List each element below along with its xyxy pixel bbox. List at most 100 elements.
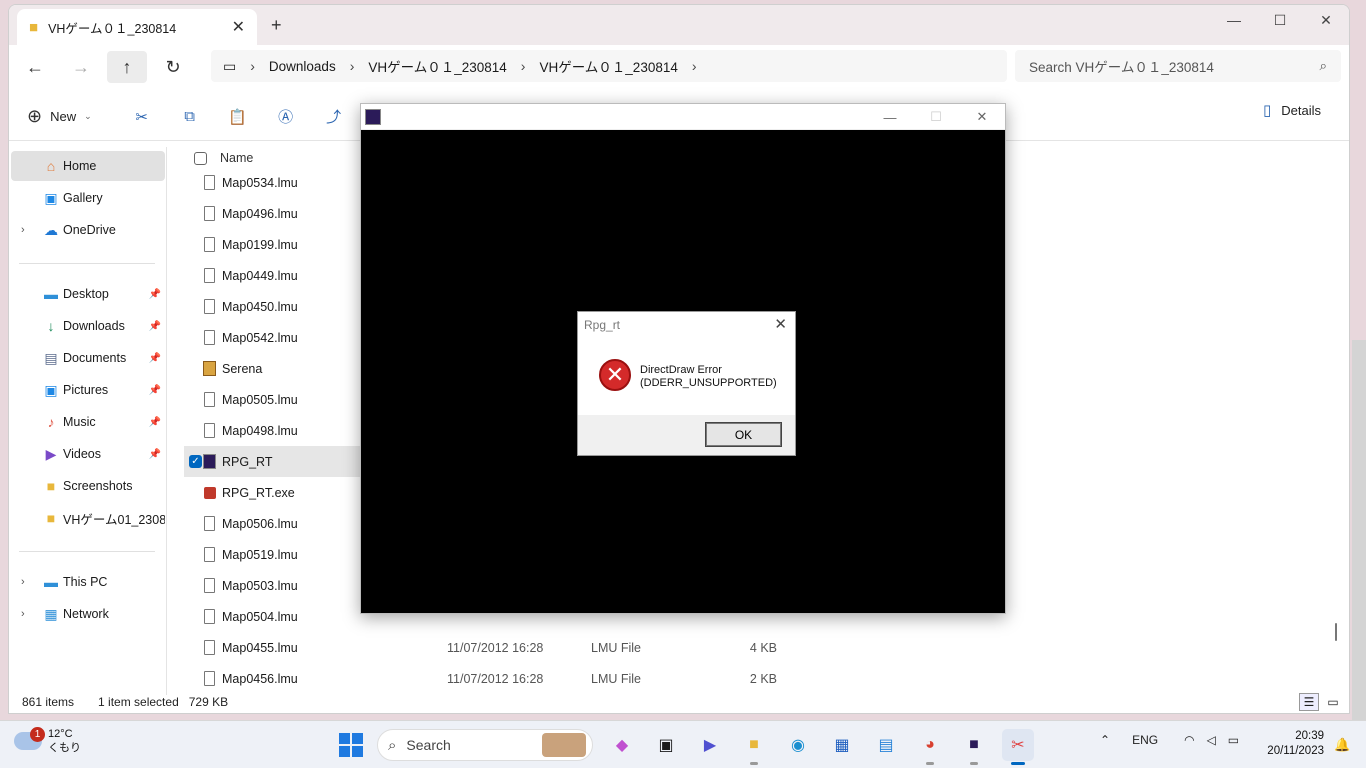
sidebar-item-music[interactable]: ♪ Music 📌	[11, 407, 165, 437]
file-name: RPG_RT.exe	[222, 485, 295, 500]
select-all-checkbox[interactable]	[194, 151, 207, 165]
pin-icon[interactable]: 📌	[149, 417, 161, 428]
tiles-view-icon[interactable]: ▭	[1323, 693, 1343, 711]
search-highlight-image	[542, 733, 586, 757]
maximize-button[interactable]: ☐	[1257, 5, 1303, 35]
network-icon: ▦	[44, 605, 58, 622]
sidebar-item-onedrive[interactable]: › ☁ OneDrive	[11, 215, 165, 245]
chevron-right-icon[interactable]: ›	[21, 576, 25, 588]
language-indicator[interactable]: ENG	[1132, 733, 1158, 747]
minimize-button[interactable]: —	[1211, 5, 1257, 35]
new-button[interactable]: ⊕ New ⌄	[27, 101, 92, 133]
details-view-icon[interactable]: ☰	[1299, 693, 1319, 711]
game-title-bar[interactable]: — ☐ ✕	[361, 104, 1005, 130]
column-header-name[interactable]: Name	[220, 151, 253, 165]
sidebar-item-vh-folder[interactable]: ■ VHゲーム01_230814	[11, 503, 165, 533]
list-item[interactable]: Map0456.lmu 11/07/2012 16:28 LMU File 2 KB	[184, 663, 1334, 694]
chevron-right-icon[interactable]: ›	[21, 224, 25, 236]
task-view-icon[interactable]: ▣	[650, 729, 682, 761]
chevron-up-icon[interactable]: ⌃	[1100, 733, 1110, 747]
share-icon[interactable]: ⤴	[318, 101, 350, 133]
rpg-taskbar-icon[interactable]: ■	[958, 729, 990, 765]
breadcrumb-item[interactable]: VHゲーム０１_230814	[525, 56, 691, 76]
rename-icon[interactable]: Ⓐ	[270, 101, 302, 133]
file-size: 4 KB	[749, 640, 777, 655]
volume-icon[interactable]: ◁	[1207, 733, 1216, 747]
file-type: LMU File	[591, 671, 642, 686]
pin-icon[interactable]: 📌	[149, 449, 161, 460]
store-icon[interactable]: ▦	[826, 729, 858, 761]
forward-button[interactable]: →	[61, 51, 101, 83]
breadcrumb-item[interactable]: VHゲーム０１_230814	[354, 56, 520, 76]
scrollbar-thumb[interactable]	[1335, 623, 1337, 641]
game-minimize-button[interactable]: —	[867, 104, 913, 130]
weather-condition: くもり	[48, 742, 81, 754]
row-checkbox[interactable]: ✓	[189, 455, 202, 468]
paste-icon[interactable]: 📋	[222, 101, 254, 133]
close-button[interactable]: ✕	[1303, 5, 1349, 35]
list-item-selected[interactable]: ✓ RPG_RT	[184, 446, 364, 477]
copilot-icon[interactable]: ◆	[606, 729, 638, 761]
breadcrumb-item[interactable]: Downloads	[255, 59, 350, 74]
notification-bell-icon[interactable]: 🔔	[1334, 737, 1350, 753]
file-name: Map0199.lmu	[222, 237, 298, 252]
sidebar-item-home[interactable]: ⌂ Home	[11, 151, 165, 181]
file-explorer-icon[interactable]: ■	[738, 729, 770, 765]
status-bar: 861 items 1 item selected 729 KB ☰ ▭	[9, 691, 1349, 713]
refresh-button[interactable]: ↻	[153, 51, 193, 83]
tab-close-icon[interactable]: ✕	[232, 17, 245, 37]
vertical-scrollbar[interactable]	[1331, 147, 1343, 693]
file-name: Map0496.lmu	[222, 206, 298, 221]
dialog-title-bar: Rpg_rt	[578, 312, 795, 337]
cut-icon[interactable]: ✂	[126, 101, 158, 133]
taskbar-search[interactable]: ⌕ Search	[377, 729, 593, 761]
selection-count: 1 item selected	[98, 695, 179, 709]
sidebar-item-videos[interactable]: ▶ Videos 📌	[11, 439, 165, 469]
file-name: Map0455.lmu	[222, 640, 298, 655]
copy-icon[interactable]: ⧉	[174, 101, 206, 133]
chrome-icon[interactable]: ◕	[914, 729, 946, 765]
battery-icon[interactable]: ▭	[1228, 733, 1239, 747]
list-item[interactable]: Map0455.lmu 11/07/2012 16:28 LMU File 4 KB	[184, 632, 1334, 663]
ok-button[interactable]: OK	[705, 422, 782, 447]
window-controls: — ☐ ✕	[1211, 5, 1349, 35]
edge-icon[interactable]: ◉	[782, 729, 814, 761]
start-button[interactable]	[339, 733, 363, 757]
clock[interactable]: 20:39 20/11/2023	[1256, 729, 1324, 759]
address-bar[interactable]: ▭ › Downloads › VHゲーム０１_230814 › VHゲーム０１…	[211, 50, 1007, 82]
chevron-right-icon[interactable]: ›	[21, 608, 25, 620]
pin-icon[interactable]: 📌	[149, 353, 161, 364]
pin-icon[interactable]: 📌	[149, 321, 161, 332]
weather-widget[interactable]: 1 12°C くもり	[14, 727, 81, 755]
sidebar-item-this-pc[interactable]: › ▬ This PC	[11, 567, 165, 597]
new-tab-button[interactable]: +	[271, 15, 282, 36]
sidebar-item-pictures[interactable]: ▣ Pictures 📌	[11, 375, 165, 405]
sidebar-item-desktop[interactable]: ▬ Desktop 📌	[11, 279, 165, 309]
pin-icon[interactable]: 📌	[149, 289, 161, 300]
file-name: Map0534.lmu	[222, 175, 298, 190]
sidebar-item-label: Home	[63, 159, 97, 173]
new-button-label: New	[50, 109, 77, 124]
file-icon	[203, 298, 216, 315]
meet-icon[interactable]: ▶	[694, 729, 726, 761]
dialog-close-button[interactable]: ✕	[774, 315, 787, 333]
pin-icon[interactable]: 📌	[149, 385, 161, 396]
notepad-icon[interactable]: ▤	[870, 729, 902, 761]
game-close-button[interactable]: ✕	[959, 104, 1005, 130]
wifi-icon[interactable]: ◠	[1184, 733, 1194, 747]
snipping-tool-icon[interactable]: ✂	[1002, 729, 1034, 765]
background-strip	[1352, 340, 1366, 720]
search-icon: ⌕	[388, 736, 397, 754]
search-input[interactable]: Search VHゲーム０１_230814 ⌕	[1015, 50, 1341, 82]
item-count: 861 items	[22, 695, 75, 709]
sidebar-item-screenshots[interactable]: ■ Screenshots	[11, 471, 165, 501]
sidebar-item-downloads[interactable]: ↓ Downloads 📌	[11, 311, 165, 341]
up-button[interactable]: ↑	[107, 51, 147, 83]
details-pane-button[interactable]: ▯ Details	[1263, 101, 1321, 119]
tab-current-folder[interactable]: ■ VHゲーム０１_230814 ✕	[17, 9, 257, 45]
sidebar-item-gallery[interactable]: ▣ Gallery	[11, 183, 165, 213]
back-button[interactable]: ←	[15, 51, 55, 83]
file-name: Map0449.lmu	[222, 268, 298, 283]
sidebar-item-documents[interactable]: ▤ Documents 📌	[11, 343, 165, 373]
sidebar-item-network[interactable]: › ▦ Network	[11, 599, 165, 629]
